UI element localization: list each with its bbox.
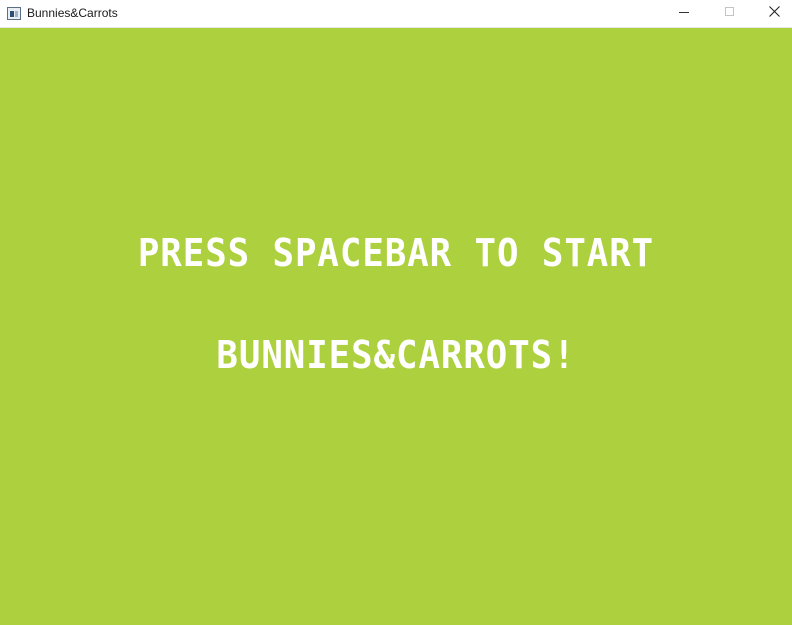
minimize-button[interactable]: [661, 0, 707, 28]
app-window: Bunnies&Carrots PRESS SPACEBAR TO START …: [0, 0, 792, 625]
game-title-text: BUNNIES&CARROTS!: [216, 333, 576, 377]
game-canvas[interactable]: PRESS SPACEBAR TO START BUNNIES&CARROTS!: [0, 28, 792, 625]
app-window-icon[interactable]: [7, 7, 21, 20]
close-icon: [769, 6, 780, 17]
close-button[interactable]: [751, 0, 792, 28]
title-bar[interactable]: Bunnies&Carrots: [0, 0, 792, 28]
window-title: Bunnies&Carrots: [27, 6, 118, 20]
maximize-icon: [725, 7, 734, 16]
start-prompt-text: PRESS SPACEBAR TO START: [137, 231, 655, 275]
minimize-icon: [679, 12, 689, 13]
maximize-button[interactable]: [707, 0, 753, 28]
